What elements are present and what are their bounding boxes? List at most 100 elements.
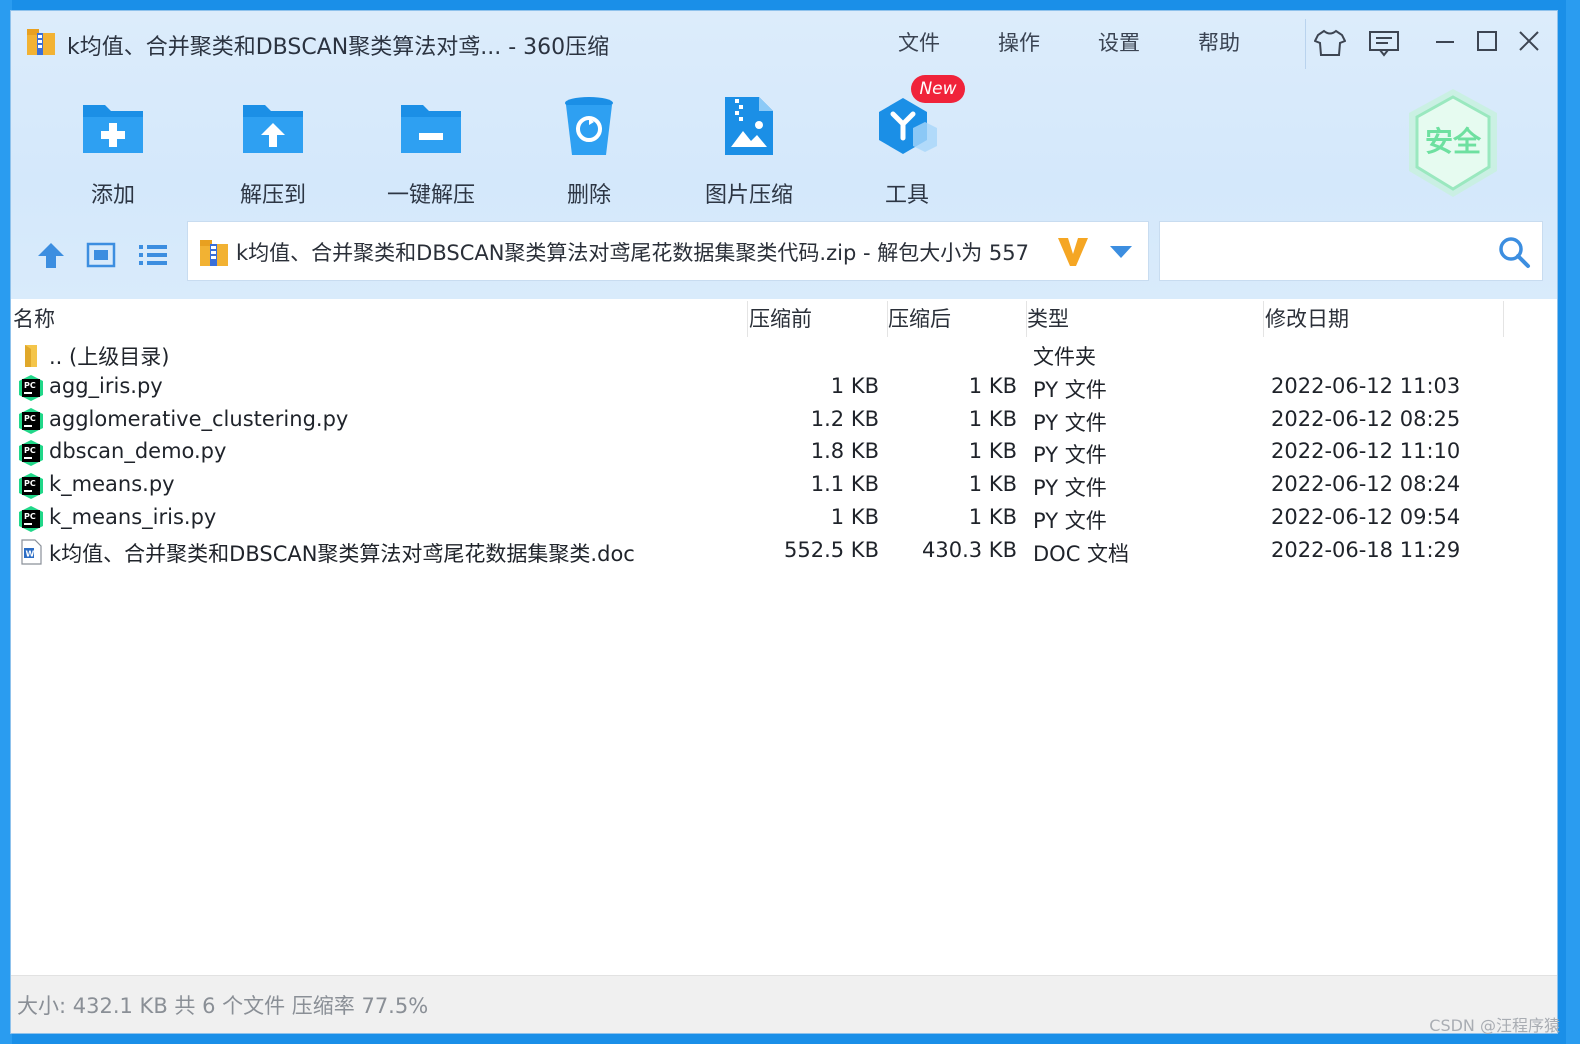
vip-v-icon [1058,238,1088,266]
pycharm-file-icon: PC [19,374,43,401]
pycharm-file-icon: PC [19,505,43,532]
file-name: .. (上级目录) [49,345,170,369]
menu-bar: 文件 操作 设置 帮助 [869,27,1269,57]
file-compressed-size: 1 KB [968,406,1017,431]
list-view-button[interactable] [133,237,173,273]
new-badge: New [911,75,965,103]
status-text: 大小: 432.1 KB 共 6 个文件 压缩率 77.5% [17,994,429,1018]
file-name: k均值、合并聚类和DBSCAN聚类算法对鸢尾花数据集聚类.doc [49,541,635,566]
desktop-background-right [1566,0,1580,1044]
svg-text:PC: PC [24,512,36,521]
status-bar: 大小: 432.1 KB 共 6 个文件 压缩率 77.5% [11,975,1557,1033]
svg-text:PC: PC [24,381,36,390]
menu-help[interactable]: 帮助 [1169,27,1269,57]
thumbnail-view-button[interactable] [81,237,121,273]
maximize-button[interactable] [1469,25,1505,57]
list-item[interactable]: .. (上级目录) 文件夹 [11,339,1557,372]
chevron-down-icon[interactable] [1106,240,1136,264]
file-type: PY 文件 [1033,377,1107,402]
file-compressed-size: 430.3 KB [922,537,1017,562]
tools-button[interactable]: 工具 [837,91,977,211]
security-label: 安全 [1425,125,1482,158]
title-separator [1305,19,1306,69]
zip-archive-icon [27,29,55,55]
file-date: 2022-06-12 08:24 [1271,472,1461,497]
file-size: 1.8 KB [810,439,879,464]
list-item[interactable]: PC k_means_iris.py 1 KB 1 KB PY 文件 2022-… [11,503,1557,536]
word-doc-icon: W [21,539,42,565]
title-bar[interactable]: k均值、合并聚类和DBSCAN聚类算法对鸢... - 360压缩 文件 操作 设… [11,11,1557,73]
up-directory-button[interactable] [31,237,71,273]
search-icon[interactable] [1496,234,1532,270]
file-size: 1 KB [830,504,879,529]
column-separator[interactable] [1263,301,1264,337]
recycle-bin-icon [554,91,624,161]
feedback-message-icon[interactable] [1367,27,1401,59]
file-name: dbscan_demo.py [49,439,227,464]
file-size: 1.1 KB [810,472,879,497]
file-list-header: 名称 压缩前 压缩后 类型 修改日期 [11,301,1557,337]
svg-text:PC: PC [24,446,36,455]
pycharm-file-icon: PC [19,407,43,434]
delete-button[interactable]: 删除 [519,91,659,211]
file-date: 2022-06-18 11:29 [1271,537,1461,562]
column-compressed[interactable]: 压缩后 [888,305,951,337]
file-type: PY 文件 [1033,508,1107,533]
search-input[interactable] [1159,221,1543,281]
add-button[interactable]: 添加 [43,91,183,211]
address-bar[interactable]: k均值、合并聚类和DBSCAN聚类算法对鸢尾花数据集聚类代码.zip - 解包大… [187,221,1149,281]
file-type: DOC 文档 [1033,541,1130,566]
tools-label: 工具 [884,183,929,208]
window-header: k均值、合并聚类和DBSCAN聚类算法对鸢... - 360压缩 文件 操作 设… [11,11,1557,299]
add-label: 添加 [90,183,135,208]
file-compressed-size: 1 KB [968,373,1017,398]
column-type[interactable]: 类型 [1027,305,1069,337]
image-compress-button[interactable]: 图片压缩 [679,91,819,211]
menu-settings[interactable]: 设置 [1069,27,1169,57]
add-folder-icon [78,91,148,161]
window-title: k均值、合并聚类和DBSCAN聚类算法对鸢... - 360压缩 [67,35,610,60]
list-item[interactable]: PC agglomerative_clustering.py 1.2 KB 1 … [11,405,1557,438]
list-item[interactable]: PC agg_iris.py 1 KB 1 KB PY 文件 2022-06-1… [11,372,1557,405]
one-click-extract-button[interactable]: 一键解压 [361,91,501,211]
pycharm-file-icon: PC [19,473,43,500]
menu-file[interactable]: 文件 [869,27,969,57]
one-click-extract-icon [396,91,466,161]
file-name: k_means.py [49,472,175,497]
extract-to-label: 解压到 [239,183,306,208]
security-shield[interactable]: 安全 [1403,85,1503,203]
file-compressed-size: 1 KB [968,439,1017,464]
file-date: 2022-06-12 11:03 [1271,373,1461,398]
folder-icon [25,345,37,367]
app-window: k均值、合并聚类和DBSCAN聚类算法对鸢... - 360压缩 文件 操作 设… [10,10,1558,1034]
file-type: PY 文件 [1033,476,1107,501]
list-item[interactable]: PC dbscan_demo.py 1.8 KB 1 KB PY 文件 2022… [11,437,1557,470]
column-separator[interactable] [1503,301,1504,337]
zip-archive-icon [200,240,228,266]
pycharm-file-icon: PC [19,440,43,467]
file-compressed-size: 1 KB [968,472,1017,497]
column-date[interactable]: 修改日期 [1265,305,1349,337]
file-list: .. (上级目录) 文件夹 PC agg_iris.py 1 KB 1 KB P… [11,339,1557,569]
minimize-button[interactable] [1427,25,1463,57]
list-item[interactable]: PC k_means.py 1.1 KB 1 KB PY 文件 2022-06-… [11,470,1557,503]
one-click-extract-label: 一键解压 [386,183,475,208]
delete-label: 删除 [566,183,611,208]
column-separator[interactable] [747,301,748,337]
file-name: agg_iris.py [49,373,163,398]
file-size: 1.2 KB [810,406,879,431]
file-type: 文件夹 [1033,345,1096,369]
file-compressed-size: 1 KB [968,504,1017,529]
toolbar: 添加 解压到 一键解压 删除 图片压缩 工具 New 安全 [11,75,1557,213]
extract-to-button[interactable]: 解压到 [203,91,343,211]
skin-shirt-icon[interactable] [1313,27,1347,59]
column-name[interactable]: 名称 [13,305,55,337]
svg-text:PC: PC [24,479,36,488]
file-name: k_means_iris.py [49,504,217,529]
list-item[interactable]: W k均值、合并聚类和DBSCAN聚类算法对鸢尾花数据集聚类.doc 552.5… [11,536,1557,569]
menu-operate[interactable]: 操作 [969,27,1069,57]
file-name: agglomerative_clustering.py [49,406,349,431]
file-date: 2022-06-12 09:54 [1271,504,1461,529]
column-size[interactable]: 压缩前 [749,305,812,337]
close-button[interactable] [1511,25,1547,57]
